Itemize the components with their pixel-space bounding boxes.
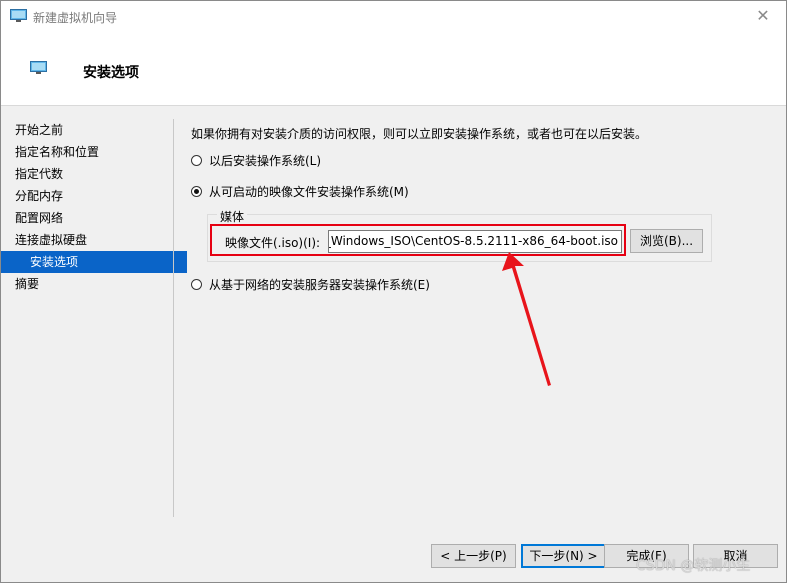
annotation-highlight-box xyxy=(210,224,626,256)
window-title: 新建虚拟机向导 xyxy=(33,11,118,25)
browse-button[interactable]: 浏览(B)... xyxy=(630,229,703,253)
next-button[interactable]: 下一步(N) > xyxy=(521,544,606,568)
option-label: 从可启动的映像文件安装操作系统(M) xyxy=(209,184,409,199)
radio-button[interactable] xyxy=(191,278,202,290)
previous-button[interactable]: < 上一步(P) xyxy=(431,544,516,568)
hyperv-vm-icon xyxy=(10,9,27,22)
sidebar-item-summary[interactable]: 摘要 xyxy=(1,273,173,295)
sidebar-item-install-options[interactable]: 安装选项 xyxy=(1,251,187,273)
option-label: 从基于网络的安装服务器安装操作系统(E) xyxy=(209,277,430,292)
wizard-window: 新建虚拟机向导 ✕ 安装选项 开始之前 指定名称和位置 指定代数 分配内存 配置… xyxy=(0,0,787,583)
media-group-title: 媒体 xyxy=(217,208,248,225)
close-icon[interactable]: ✕ xyxy=(740,1,786,32)
wizard-steps-nav: 开始之前 指定名称和位置 指定代数 分配内存 配置网络 连接虚拟硬盘 安装选项 … xyxy=(1,119,187,295)
title-bar: 新建虚拟机向导 ✕ xyxy=(1,1,786,32)
sidebar-item-name-location[interactable]: 指定名称和位置 xyxy=(1,141,173,163)
radio-button-checked[interactable] xyxy=(191,185,202,197)
option-install-from-image[interactable]: 从可启动的映像文件安装操作系统(M) xyxy=(191,182,409,200)
sidebar-item-before-you-begin[interactable]: 开始之前 xyxy=(1,119,173,141)
sidebar-item-generation[interactable]: 指定代数 xyxy=(1,163,173,185)
install-options-panel: 如果你拥有对安装介质的访问权限，则可以立即安装操作系统，或者也可在以后安装。 以… xyxy=(174,106,786,536)
sidebar-item-virtual-disk[interactable]: 连接虚拟硬盘 xyxy=(1,229,173,251)
sidebar-item-networking[interactable]: 配置网络 xyxy=(1,207,173,229)
watermark: CSDN @软测小生 xyxy=(636,558,751,574)
radio-button[interactable] xyxy=(191,154,202,166)
option-install-from-network[interactable]: 从基于网络的安装服务器安装操作系统(E) xyxy=(191,275,430,293)
sidebar-item-memory[interactable]: 分配内存 xyxy=(1,185,173,207)
option-install-later[interactable]: 以后安装操作系统(L) xyxy=(191,151,321,169)
option-label: 以后安装操作系统(L) xyxy=(209,153,322,168)
hyperv-vm-icon xyxy=(30,61,47,74)
wizard-header: 安装选项 xyxy=(1,32,786,105)
page-title: 安装选项 xyxy=(83,65,139,81)
intro-text: 如果你拥有对安装介质的访问权限，则可以立即安装操作系统，或者也可在以后安装。 xyxy=(191,127,648,141)
